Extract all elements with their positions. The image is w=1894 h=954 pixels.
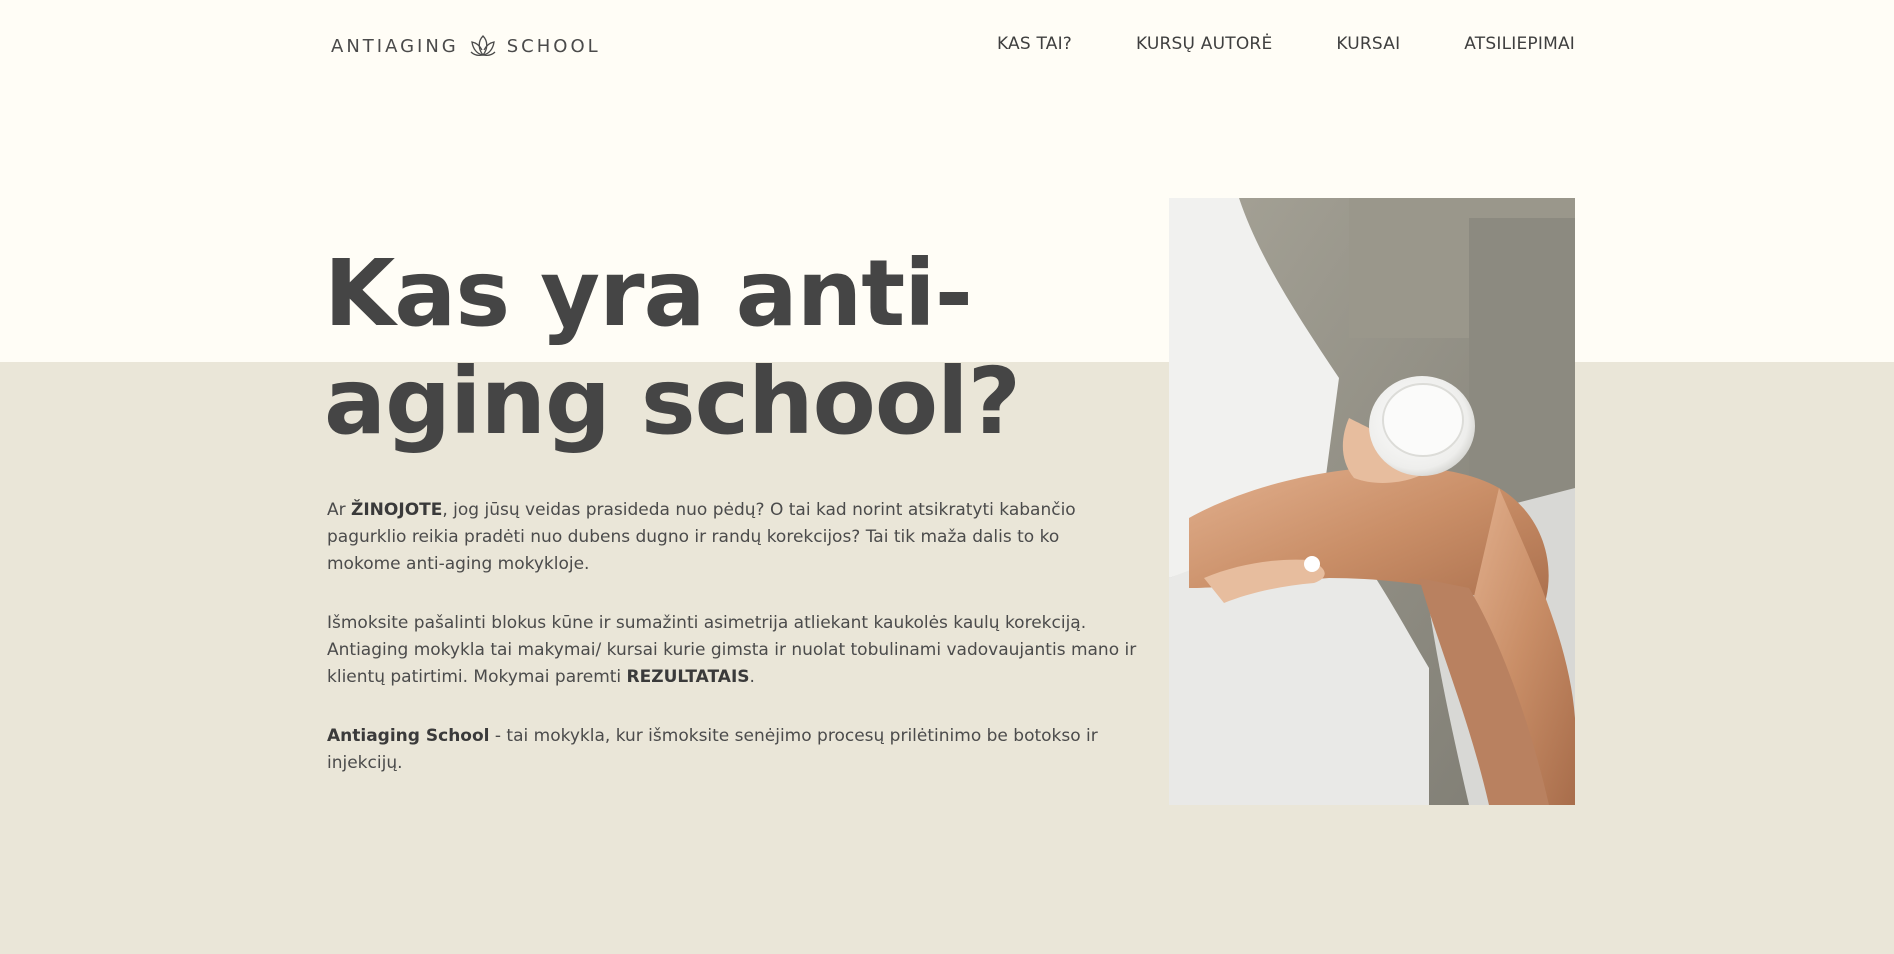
school-paragraph: Antiaging School - tai mokykla, kur išmo… xyxy=(327,723,1137,777)
hero-photo xyxy=(1169,198,1575,805)
nav-link-kursu-autore[interactable]: KURSŲ AUTORĖ xyxy=(1136,34,1272,54)
main-nav: KAS TAI? KURSŲ AUTORĖ KURSAI ATSILIEPIMA… xyxy=(997,34,1575,54)
nav-link-atsiliepimai[interactable]: ATSILIEPIMAI xyxy=(1464,34,1575,54)
intro-paragraph: Ar ŽINOJOTE, jog jūsų veidas prasideda n… xyxy=(327,497,1137,578)
hero-title-line-2: aging school? xyxy=(324,348,1021,455)
method-emphasis: REZULTATAIS xyxy=(626,667,750,687)
hero-title: Kas yra anti- aging school? xyxy=(324,240,1124,456)
nav-link-kursai[interactable]: KURSAI xyxy=(1336,34,1400,54)
brand-text-left: ANTIAGING xyxy=(331,35,459,57)
hero-description: Ar ŽINOJOTE, jog jūsų veidas prasideda n… xyxy=(327,497,1137,809)
brand-text-right: SCHOOL xyxy=(506,35,601,57)
intro-emphasis: ŽINOJOTE xyxy=(351,500,443,520)
nav-link-kas-tai[interactable]: KAS TAI? xyxy=(997,34,1072,54)
method-text-end: . xyxy=(749,667,755,687)
hero-title-line-1: Kas yra anti- xyxy=(324,240,973,347)
site-header: ANTIAGING SCHOOL KAS TAI? KURSŲ AUTORĖ K… xyxy=(0,0,1894,90)
lotus-icon xyxy=(469,34,497,58)
method-paragraph: Išmoksite pašalinti blokus kūne ir sumaž… xyxy=(327,610,1137,691)
school-name: Antiaging School xyxy=(327,726,490,746)
intro-text-start: Ar xyxy=(327,500,352,520)
brand-logo[interactable]: ANTIAGING SCHOOL xyxy=(331,32,601,60)
